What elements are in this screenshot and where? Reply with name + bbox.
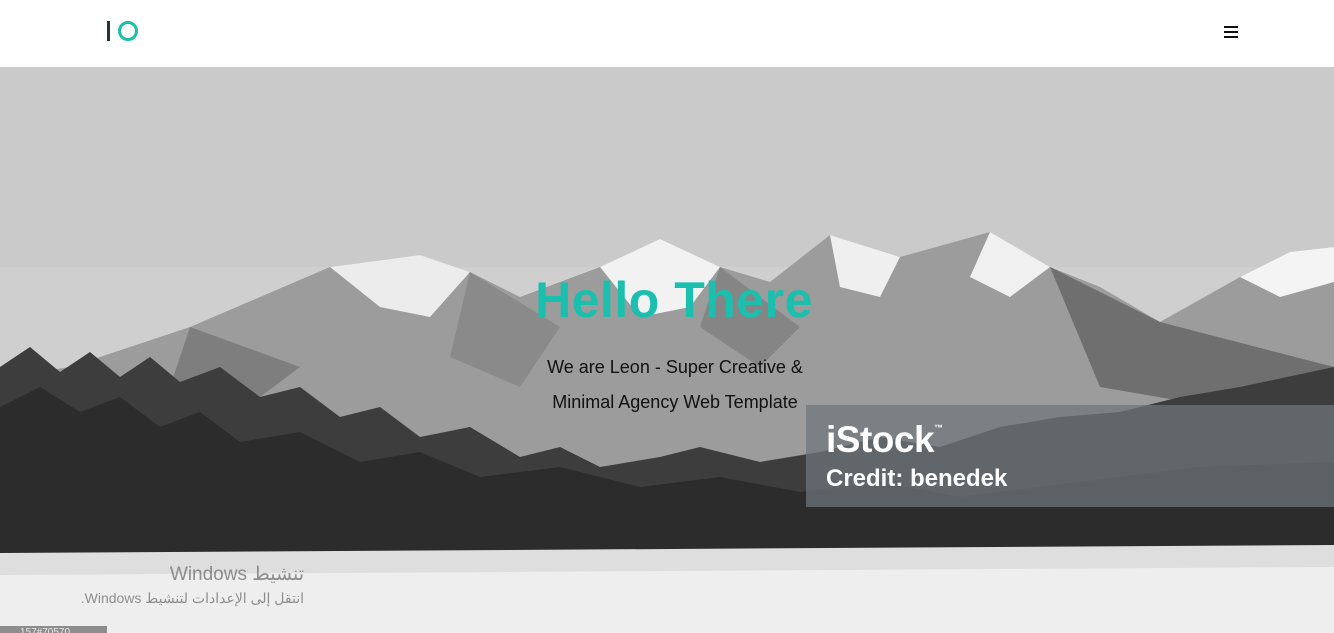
hero-section: Hello There We are Leon - Super Creative…	[0, 67, 1334, 633]
hero-title: Hello There	[535, 272, 813, 328]
trademark-sign: ™	[934, 423, 943, 433]
istock-watermark: iStock™ Credit: benedek	[806, 405, 1334, 507]
windows-activation-description: انتقل إلى الإعدادات لتنشيط Windows.	[80, 590, 304, 606]
hero-subtitle: We are Leon - Super Creative & Minimal A…	[547, 357, 803, 412]
menu-line	[1224, 31, 1238, 33]
istock-brand: iStock	[826, 419, 935, 460]
status-chip: 157#70570	[0, 626, 107, 633]
hamburger-menu-icon[interactable]	[1224, 25, 1238, 39]
windows-activation-title: تنشيط Windows	[169, 564, 304, 585]
menu-line	[1224, 26, 1238, 28]
logo-bar	[107, 21, 110, 41]
menu-line	[1224, 36, 1238, 38]
windows-activation-notice: تنشيط Windows انتقل إلى الإعدادات لتنشيط…	[0, 562, 304, 608]
istock-credit: Credit: benedek	[826, 465, 1008, 492]
istock-logo: iStock™	[826, 419, 943, 461]
io-logo-icon[interactable]	[107, 20, 147, 42]
site-header	[0, 0, 1334, 67]
logo-ring	[118, 21, 138, 41]
